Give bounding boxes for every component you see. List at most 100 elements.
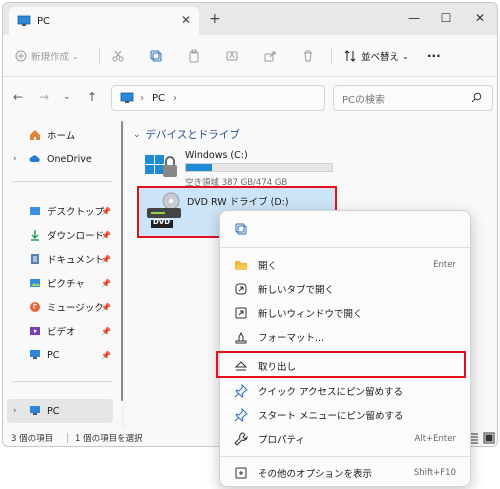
menu-item-label: プロパティ xyxy=(258,435,305,446)
pc-icon xyxy=(30,350,40,359)
download-icon xyxy=(31,230,39,241)
new-tab-icon xyxy=(235,283,247,295)
cut-button[interactable] xyxy=(111,45,125,67)
up-arrow-icon[interactable]: ↑ xyxy=(87,90,97,104)
sort-button-label: 並べ替え xyxy=(361,52,400,63)
new-button[interactable]: 新規作成 ⌄ xyxy=(15,45,79,67)
status-divider xyxy=(67,433,68,443)
chevron-down-icon: ⌄ xyxy=(72,51,79,61)
sidebar-scrollbar[interactable] xyxy=(121,121,123,401)
chevron-down-icon: ⌄ xyxy=(133,129,141,140)
pc-icon xyxy=(30,406,40,415)
drive-c-usage-fill xyxy=(186,164,213,171)
eject-highlight-box xyxy=(216,351,466,378)
section-devices-and-drives[interactable]: ⌄ デバイスとドライブ xyxy=(133,127,240,142)
sidebar-item-onedrive[interactable]: › OneDrive xyxy=(3,147,115,171)
sidebar-item-label: PC xyxy=(47,405,60,417)
close-button[interactable]: ✕ xyxy=(465,7,495,29)
address-bar[interactable]: › PC › xyxy=(111,85,325,111)
desktop-icon xyxy=(30,207,40,215)
sidebar-item-label: ピクチャ xyxy=(47,279,85,290)
sort-button[interactable]: 並べ替え ⌄ xyxy=(343,45,409,67)
back-arrow-icon[interactable]: ← xyxy=(13,90,23,104)
address-row: ← → ⌄ ↑ › PC › PCの検索 xyxy=(3,77,497,119)
menu-item-properties[interactable]: プロパティ Alt+Enter xyxy=(226,427,466,451)
breadcrumb-separator: › xyxy=(140,92,144,104)
pin-icon: 📌 xyxy=(101,302,111,312)
copy-icon xyxy=(235,223,247,235)
video-icon xyxy=(30,327,40,335)
pin-icon: 📌 xyxy=(101,230,111,240)
pc-icon xyxy=(120,92,134,103)
sidebar-item-downloads[interactable]: ダウンロード 📌 xyxy=(3,223,115,247)
menu-item-open-new-window[interactable]: 新しいウィンドウで開く xyxy=(226,301,466,325)
menu-item-show-more-options[interactable]: その他のオプションを表示 Shift+F10 xyxy=(226,461,466,485)
sidebar-item-home[interactable]: ホーム xyxy=(3,123,115,147)
pin-icon xyxy=(234,384,248,398)
breadcrumb-pc[interactable]: PC xyxy=(152,93,165,104)
forward-arrow-icon[interactable]: → xyxy=(39,90,49,104)
menu-item-open-new-tab[interactable]: 新しいタブで開く xyxy=(226,277,466,301)
close-tab-icon[interactable]: ✕ xyxy=(181,13,191,27)
menu-item-pin-start[interactable]: スタート メニューにピン留めする xyxy=(226,403,466,427)
sidebar-item-label: ビデオ xyxy=(47,327,76,338)
sidebar-item-videos[interactable]: ビデオ 📌 xyxy=(3,319,115,343)
pin-icon: 📌 xyxy=(101,278,111,288)
sidebar-item-label: OneDrive xyxy=(47,153,92,165)
folder-open-icon xyxy=(235,261,248,270)
sidebar-item-documents[interactable]: ドキュメント 📌 xyxy=(3,247,115,271)
new-button-label: 新規作成 xyxy=(31,52,70,63)
title-bar: PC ✕ + — ☐ ✕ xyxy=(3,3,497,35)
plus-circle-icon xyxy=(15,50,27,62)
toolbar-divider xyxy=(331,47,332,65)
pin-icon: 📌 xyxy=(101,206,111,216)
sidebar-item-pictures[interactable]: ピクチャ 📌 xyxy=(3,271,115,295)
recent-chevron-icon[interactable]: ⌄ xyxy=(63,92,71,102)
menu-item-label: 新しいウィンドウで開く xyxy=(258,309,363,320)
breadcrumb-separator: › xyxy=(173,92,178,104)
rename-button[interactable] xyxy=(225,45,239,67)
chevron-right-icon[interactable]: › xyxy=(13,406,17,416)
maximize-button[interactable]: ☐ xyxy=(431,7,461,29)
format-icon xyxy=(235,331,247,344)
pin-icon: 📌 xyxy=(101,326,111,336)
menu-item-label: 新しいタブで開く xyxy=(258,285,335,296)
menu-item-pin-quick-access[interactable]: クイック アクセスにピン留めする xyxy=(226,379,466,403)
see-more-button[interactable]: ··· xyxy=(427,45,441,67)
pc-icon xyxy=(17,15,31,26)
copy-button[interactable] xyxy=(149,45,163,67)
menu-item-open[interactable]: 開く Enter xyxy=(226,253,466,277)
sidebar-divider xyxy=(13,381,113,382)
menu-item-label: クイック アクセスにピン留めする xyxy=(258,387,404,398)
sidebar-item-pc[interactable]: › PC xyxy=(7,399,113,423)
command-bar: 新規作成 ⌄ 並べ替え ⌄ ··· xyxy=(3,35,497,77)
picture-icon xyxy=(30,279,40,287)
chevron-right-icon[interactable]: › xyxy=(13,154,17,164)
windows-drive-icon xyxy=(145,155,177,177)
sidebar-item-desktop[interactable]: デスクトップ 📌 xyxy=(3,199,115,223)
scissors-icon xyxy=(112,50,124,62)
menu-item-label: フォーマット... xyxy=(258,333,325,344)
more-options-icon xyxy=(235,467,247,479)
new-tab-button[interactable]: + xyxy=(209,11,221,27)
menu-divider xyxy=(220,247,470,248)
cloud-icon xyxy=(29,155,40,162)
sidebar-item-pc-pinned[interactable]: PC 📌 xyxy=(3,343,115,367)
tab-pc[interactable]: PC ✕ xyxy=(9,7,199,35)
copy-menu-button[interactable] xyxy=(226,217,254,241)
pin-icon: 📌 xyxy=(101,254,111,264)
minimize-button[interactable]: — xyxy=(399,7,429,29)
menu-item-format[interactable]: フォーマット... xyxy=(226,325,466,349)
tiles-view-icon[interactable] xyxy=(483,432,495,444)
section-title: デバイスとドライブ xyxy=(145,129,240,141)
home-icon xyxy=(30,130,40,140)
sidebar-item-label: ミュージック xyxy=(47,303,104,314)
search-input[interactable]: PCの検索 xyxy=(333,85,493,111)
pin-icon: 📌 xyxy=(101,350,111,360)
sidebar-item-label: ダウンロード xyxy=(47,231,105,242)
sort-icon xyxy=(344,50,356,62)
delete-button[interactable] xyxy=(301,45,315,67)
paste-button[interactable] xyxy=(187,45,201,67)
share-button[interactable] xyxy=(263,45,277,67)
sidebar-item-music[interactable]: ミュージック 📌 xyxy=(3,295,115,319)
